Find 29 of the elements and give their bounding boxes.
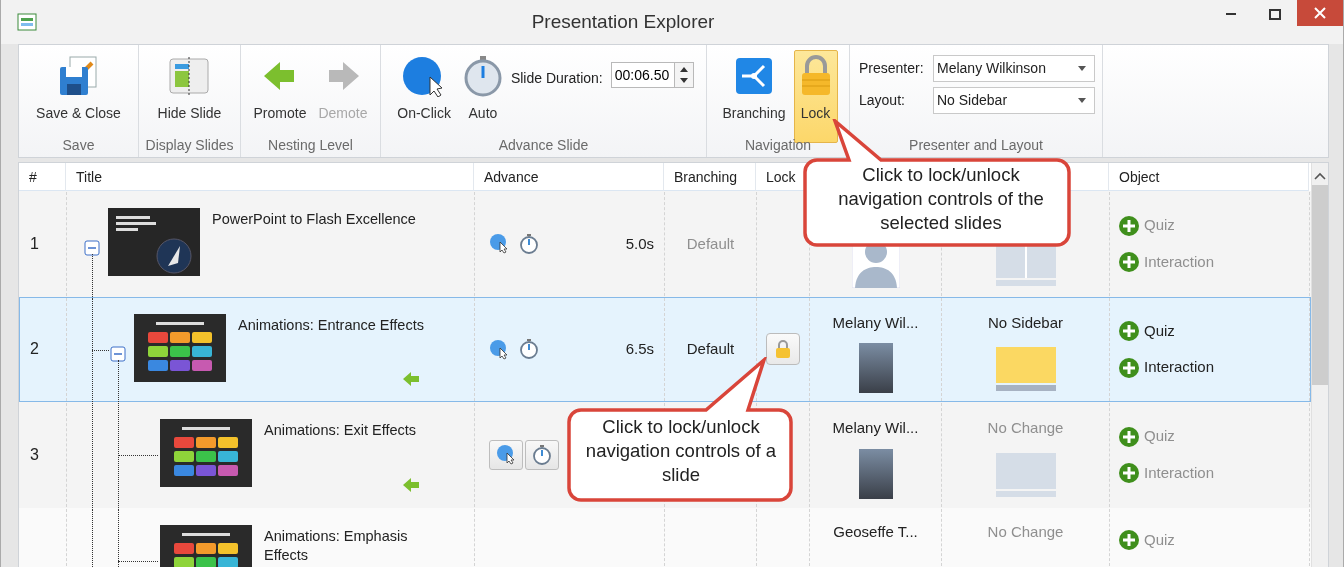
dropdown-value: Melany Wilkinson [937, 59, 1046, 78]
advance-time: 5.0s [625, 233, 654, 254]
row-number: 3 [30, 445, 39, 465]
layout-name: No Change [987, 521, 1064, 542]
presenter-name: Melany Wil... [832, 312, 919, 333]
field-label: Slide Duration: [510, 69, 603, 88]
layout-name: No Sidebar [987, 312, 1063, 333]
advance-time: 6.5s [625, 339, 654, 360]
branching-value: Default [686, 233, 735, 254]
branching-value: Default [686, 339, 735, 360]
row-number: 1 [30, 233, 39, 254]
row-number: 2 [30, 339, 39, 360]
group-label: Display Slides [144, 136, 235, 155]
presenter-name: Melany Wil... [832, 418, 919, 439]
group-label: Save [61, 136, 96, 155]
group-label: Presenter and Layout [908, 136, 1044, 155]
field-label: Layout: [859, 91, 906, 110]
slide-title: Animations: Exit Effects [264, 421, 417, 441]
group-label: Nesting Level [267, 136, 354, 155]
group-label: Advance Slide [497, 136, 590, 155]
slide-title: PowerPoint to Flash Excellence [212, 210, 416, 229]
dropdown-value: No Sidebar [937, 91, 1008, 110]
slide-title: Animations: Entrance Effects [238, 315, 424, 335]
slide-title: Animations: Emphasis Effects [264, 526, 409, 565]
callout-tooltip: Click to lock/unlock navigation controls of a slide [566, 357, 796, 505]
layout-name: No Change [987, 418, 1064, 439]
field-label: Presenter: [859, 59, 925, 78]
window-title: Presentation Explorer [530, 9, 716, 34]
presenter-name: Geoseffe T... [833, 521, 918, 542]
